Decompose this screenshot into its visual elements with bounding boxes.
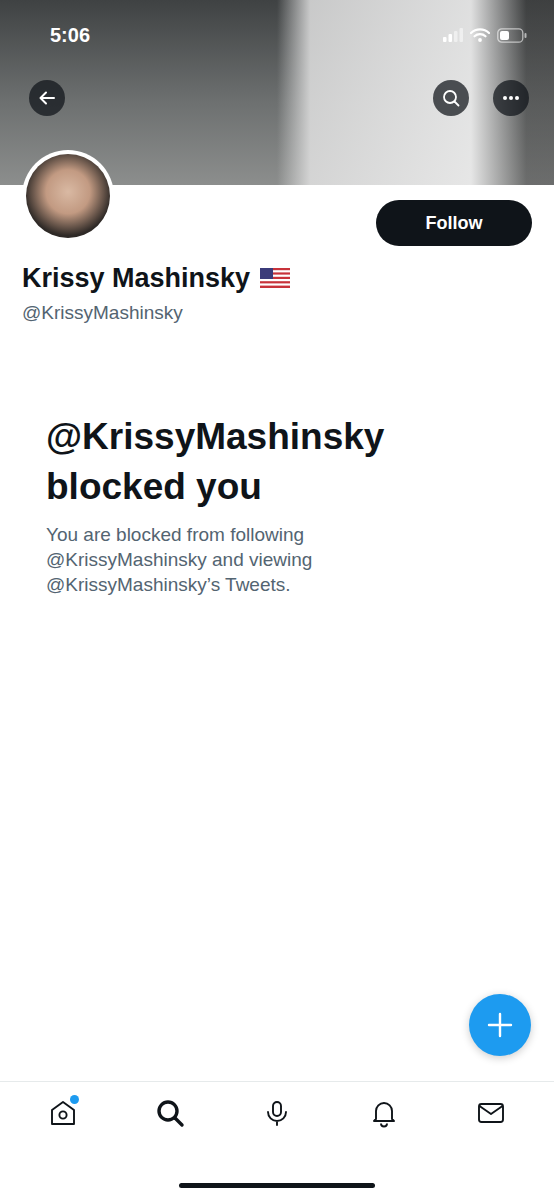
blocked-title: @KrissyMashinsky blocked you bbox=[46, 412, 508, 512]
envelope-icon bbox=[476, 1098, 506, 1128]
header-controls bbox=[0, 80, 554, 116]
us-flag-icon bbox=[260, 268, 290, 288]
more-button[interactable] bbox=[493, 80, 529, 116]
bell-icon bbox=[369, 1098, 399, 1128]
compose-button[interactable] bbox=[469, 994, 531, 1056]
home-indicator bbox=[179, 1183, 375, 1188]
nav-item[interactable] bbox=[461, 1091, 521, 1135]
search-button[interactable] bbox=[433, 80, 469, 116]
profile-screen: 5:06 Follow Krissy Mashinsky @KrissyMashins… bbox=[0, 0, 554, 1200]
nav-item[interactable] bbox=[33, 1091, 93, 1135]
back-button[interactable] bbox=[29, 80, 65, 116]
home-indicator-area bbox=[0, 1144, 554, 1200]
spaces-icon bbox=[262, 1098, 292, 1128]
profile-name: Krissy Mashinsky bbox=[22, 262, 250, 294]
nav-item[interactable] bbox=[247, 1091, 307, 1135]
header-actions bbox=[433, 80, 529, 116]
status-icons bbox=[443, 28, 527, 43]
blocked-message: You are blocked from following @KrissyMa… bbox=[46, 522, 366, 597]
notification-dot bbox=[70, 1095, 79, 1104]
bottom-nav bbox=[0, 1081, 554, 1144]
profile-body: Follow Krissy Mashinsky @KrissyMashinsky @K… bbox=[0, 185, 554, 1081]
wifi-icon bbox=[470, 28, 490, 42]
back-arrow-icon bbox=[38, 89, 56, 107]
blocked-notice: @KrissyMashinsky blocked you You are bloc… bbox=[22, 412, 532, 597]
search-icon bbox=[155, 1098, 185, 1128]
follow-button[interactable]: Follow bbox=[376, 200, 532, 246]
name-row: Krissy Mashinsky bbox=[22, 262, 532, 294]
avatar-photo bbox=[26, 154, 110, 238]
status-time: 5:06 bbox=[50, 24, 90, 47]
profile-row: Follow bbox=[22, 185, 532, 246]
nav-item[interactable] bbox=[354, 1091, 414, 1135]
battery-icon bbox=[497, 28, 527, 43]
avatar[interactable] bbox=[22, 150, 114, 242]
search-icon bbox=[442, 89, 460, 107]
nav-item[interactable] bbox=[140, 1091, 200, 1135]
profile-handle: @KrissyMashinsky bbox=[22, 301, 532, 325]
signal-icon bbox=[443, 28, 463, 42]
more-dots-icon bbox=[502, 95, 520, 101]
status-bar: 5:06 bbox=[0, 0, 554, 70]
plus-icon bbox=[487, 1012, 513, 1038]
